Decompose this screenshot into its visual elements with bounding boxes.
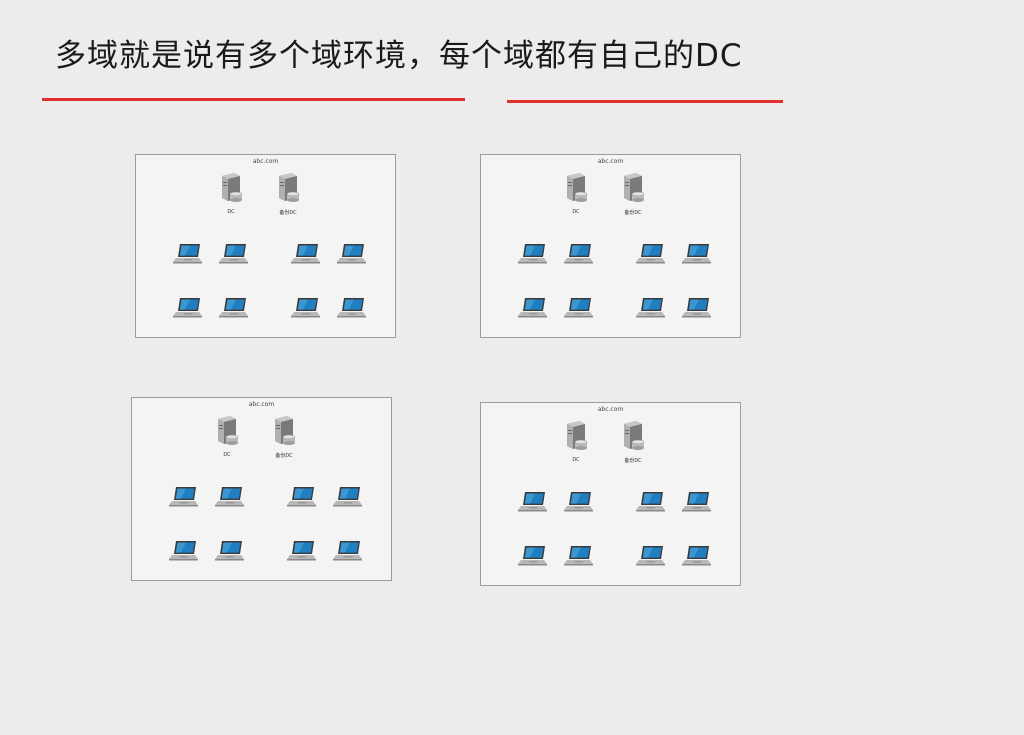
- laptop-icon: [172, 243, 204, 265]
- laptop-icon: [214, 486, 246, 508]
- domain-panel-4: abc.com DC 备份DC: [480, 402, 741, 586]
- server-icon: [621, 420, 645, 450]
- laptop-icon: [172, 297, 204, 319]
- server-icon: [215, 415, 239, 445]
- server-caption-dc: DC: [227, 209, 235, 215]
- domain-label: abc.com: [597, 406, 624, 413]
- laptop-icon: [168, 540, 200, 562]
- domain-label: abc.com: [248, 401, 275, 408]
- server-caption-backup-dc: 备份DC: [275, 453, 293, 459]
- laptop-icon: [332, 486, 364, 508]
- laptop-icon: [563, 491, 595, 513]
- domain-panel-2: abc.com DC 备份DC: [480, 154, 741, 338]
- server-caption-dc: DC: [572, 209, 580, 215]
- server-caption-backup-dc: 备份DC: [624, 458, 642, 464]
- server-caption-dc: DC: [572, 457, 580, 463]
- domain-label: abc.com: [597, 158, 624, 165]
- laptop-icon: [563, 545, 595, 567]
- laptop-icon: [336, 243, 368, 265]
- server-caption-dc: DC: [223, 452, 231, 458]
- domain-label: abc.com: [252, 158, 279, 165]
- server-icon: [272, 415, 296, 445]
- laptop-icon: [214, 540, 246, 562]
- title-underline-left: [42, 98, 465, 101]
- laptop-icon: [218, 297, 250, 319]
- laptop-icon: [635, 545, 667, 567]
- server-caption-backup-dc: 备份DC: [624, 210, 642, 216]
- laptop-icon: [286, 486, 318, 508]
- domain-panel-3: abc.com DC 备份DC: [131, 397, 392, 581]
- laptop-icon: [681, 545, 713, 567]
- server-icon: [276, 172, 300, 202]
- laptop-icon: [681, 243, 713, 265]
- laptop-icon: [286, 540, 318, 562]
- laptop-icon: [517, 545, 549, 567]
- server-icon: [564, 420, 588, 450]
- laptop-icon: [517, 491, 549, 513]
- laptop-icon: [332, 540, 364, 562]
- laptop-icon: [517, 243, 549, 265]
- laptop-icon: [681, 297, 713, 319]
- slide-title: 多域就是说有多个域环境，每个域都有自己的DC: [55, 38, 743, 74]
- title-underline-right: [507, 100, 783, 103]
- server-icon: [621, 172, 645, 202]
- server-icon: [564, 172, 588, 202]
- laptop-icon: [336, 297, 368, 319]
- laptop-icon: [563, 297, 595, 319]
- laptop-icon: [218, 243, 250, 265]
- laptop-icon: [681, 491, 713, 513]
- laptop-icon: [517, 297, 549, 319]
- laptop-icon: [635, 243, 667, 265]
- server-icon: [219, 172, 243, 202]
- laptop-icon: [290, 297, 322, 319]
- laptop-icon: [563, 243, 595, 265]
- laptop-icon: [635, 491, 667, 513]
- laptop-icon: [168, 486, 200, 508]
- domain-panel-1: abc.com DC 备份DC: [135, 154, 396, 338]
- laptop-icon: [290, 243, 322, 265]
- server-caption-backup-dc: 备份DC: [279, 210, 297, 216]
- laptop-icon: [635, 297, 667, 319]
